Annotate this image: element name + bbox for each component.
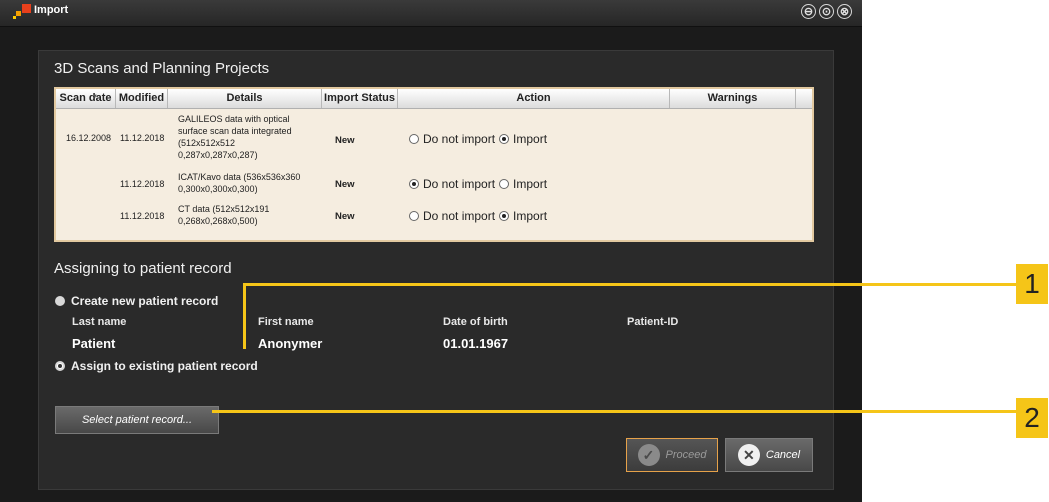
first-name-label: First name [258,316,314,328]
import-radio[interactable] [499,211,510,221]
status-cell: New [335,135,355,146]
dob-value: 01.01.1967 [443,336,509,351]
details-cell: GALILEOS data with optical surface scan … [178,114,292,160]
action-radio-group: Do not import Import [409,177,551,191]
maximize-icon[interactable]: ⊙ [819,4,834,19]
column-details[interactable]: Details [168,89,322,108]
action-radio-group: Do not import Import [409,209,551,223]
table-row[interactable]: 11.12.2018 ICAT/Kavo data (536x536x360 0… [56,169,812,199]
patient-id-label: Patient-ID [627,316,679,328]
select-patient-record-button[interactable]: Select patient record... [55,406,219,434]
assign-section-title: Assigning to patient record [54,260,232,277]
callout-1-line [243,283,1017,286]
radio-dot [55,296,65,306]
radio-dot [55,361,65,371]
sort-arrow-icon: ▼ [92,94,98,100]
callout-2-line [212,410,1017,413]
last-name-label: Last name [72,316,127,328]
details-cell: CT data (512x512x191 0,268x0,268x0,500) [178,204,270,226]
import-radio[interactable] [499,179,510,189]
title-bar: Import ⊖ ⊙ ⊗ [0,0,862,27]
dob-label: Date of birth [443,316,508,328]
minimize-icon[interactable]: ⊖ [801,4,816,19]
window-title: Import [34,4,69,16]
column-import-status[interactable]: Import Status [322,89,398,108]
cancel-x-icon: ✕ [737,444,760,466]
modified-cell: 11.12.2018 [120,179,165,189]
close-icon[interactable]: ⊗ [837,4,852,19]
first-name-value: Anonymer [258,336,323,351]
modified-cell: 11.12.2018 [120,211,165,221]
scan-date-cell: 16.12.2008 [66,133,112,143]
column-action[interactable]: Action [398,89,670,108]
action-radio-group: Do not import Import [409,132,551,146]
do-not-import-radio[interactable] [409,211,419,221]
import-radio[interactable] [499,134,510,144]
callout-1-leader [243,283,246,349]
do-not-import-radio[interactable] [409,134,419,144]
table-row[interactable]: 11.12.2018 CT data (512x512x191 0,268x0,… [56,201,812,231]
table-row[interactable]: 16.12.2008 11.12.2018 GALILEOS data with… [56,111,812,167]
last-name-value: Patient [72,336,116,351]
proceed-button[interactable]: ✓ Proceed [626,438,718,472]
table-header: ▼ Scan date Modified Details Import Statu… [56,89,812,109]
assign-existing-record-radio[interactable]: Assign to existing patient record [55,359,258,373]
callout-2-badge: 2 [1016,398,1048,438]
do-not-import-radio[interactable] [409,179,419,189]
create-new-record-radio[interactable]: Create new patient record [55,294,218,308]
status-cell: New [335,211,355,222]
import-window: Import ⊖ ⊙ ⊗ 3D Scans and Planning Proje… [0,0,862,502]
column-warnings[interactable]: Warnings [670,89,796,108]
column-scan-date[interactable]: ▼ Scan date [56,89,116,108]
checkmark-icon: ✓ [637,444,660,466]
column-modified[interactable]: Modified [116,89,168,108]
scans-section-title: 3D Scans and Planning Projects [54,60,270,77]
scans-table: ▼ Scan date Modified Details Import Statu… [54,87,814,242]
details-cell: ICAT/Kavo data (536x536x360 0,300x0,300x… [178,172,301,194]
cancel-button[interactable]: ✕ Cancel [725,438,813,472]
callout-1-badge: 1 [1016,264,1048,304]
modified-cell: 11.12.2018 [120,133,165,143]
status-cell: New [335,179,355,190]
app-logo-icon [13,4,31,19]
